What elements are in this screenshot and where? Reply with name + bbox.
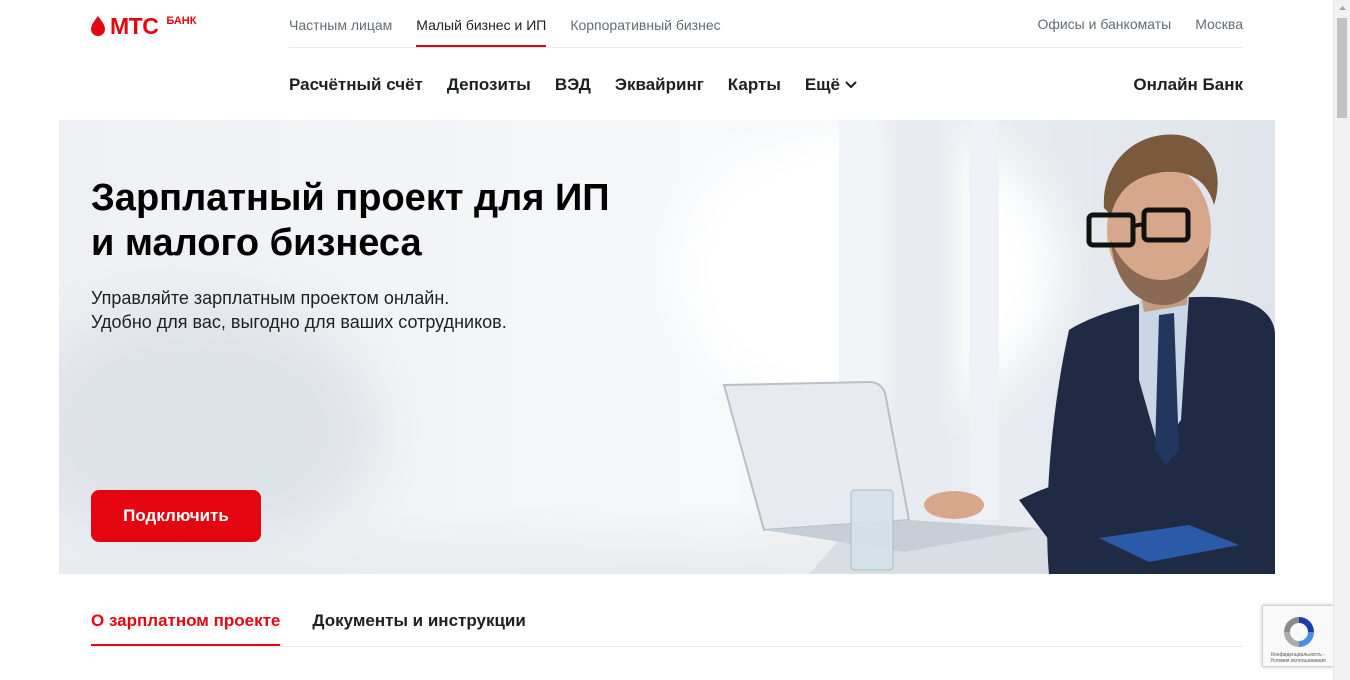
recaptcha-terms[interactable]: Конфиденциальность - Условия использован…	[1265, 652, 1331, 664]
nav-acquiring[interactable]: Эквайринг	[615, 75, 704, 95]
nav-more[interactable]: Ещё	[805, 75, 857, 95]
nav-deposits[interactable]: Депозиты	[447, 75, 531, 95]
top-right-links: Офисы и банкоматы Москва	[1037, 0, 1243, 47]
businessman-laptop-image	[722, 120, 1275, 574]
city-selector[interactable]: Москва	[1195, 0, 1243, 49]
offices-atm-link[interactable]: Офисы и банкоматы	[1037, 0, 1171, 49]
tab-documents[interactable]: Документы и инструкции	[312, 608, 525, 646]
hero-subtitle-line2: Удобно для вас, выгодно для ваших сотруд…	[91, 312, 507, 332]
nav-cards[interactable]: Карты	[728, 75, 781, 95]
segment-small-business[interactable]: Малый бизнес и ИП	[416, 0, 547, 47]
segment-private[interactable]: Частным лицам	[289, 0, 392, 47]
hero-title-line2: и малого бизнеса	[91, 222, 422, 264]
main-nav: Расчётный счёт Депозиты ВЭД Эквайринг Ка…	[289, 72, 857, 98]
tab-about-salary-project[interactable]: О зарплатном проекте	[91, 608, 281, 646]
segment-corporate[interactable]: Корпоративный бизнес	[570, 0, 720, 47]
hero-title: Зарплатный проект для ИП и малого бизнес…	[91, 176, 731, 266]
drop-logo-icon	[91, 16, 105, 36]
scrollbar-thumb[interactable]	[1337, 18, 1347, 118]
tabs-divider	[91, 646, 1243, 647]
recaptcha-badge[interactable]: Конфиденциальность - Условия использован…	[1262, 605, 1334, 667]
nav-ved[interactable]: ВЭД	[555, 75, 591, 95]
hero-subtitle: Управляйте зарплатным проектом онлайн. У…	[91, 286, 731, 334]
hero-subtitle-line1: Управляйте зарплатным проектом онлайн.	[91, 288, 450, 308]
header-divider	[289, 47, 1243, 48]
logo-bank-text: БАНК	[166, 15, 197, 27]
recaptcha-icon	[1284, 617, 1314, 647]
scroll-up-arrow-icon[interactable]	[1334, 0, 1350, 17]
nav-more-label: Ещё	[804, 75, 840, 94]
hero-banner: Зарплатный проект для ИП и малого бизнес…	[59, 120, 1275, 574]
segment-nav: Частным лицам Малый бизнес и ИП Корпорат…	[289, 0, 721, 47]
nav-settlement-account[interactable]: Расчётный счёт	[289, 75, 423, 95]
mts-bank-logo[interactable]: МТС БАНК	[91, 14, 196, 38]
page-scrollbar[interactable]	[1333, 0, 1350, 680]
connect-button[interactable]: Подключить	[91, 490, 261, 542]
chevron-down-icon	[845, 81, 857, 88]
hero-title-line1: Зарплатный проект для ИП	[91, 177, 610, 219]
online-bank-link[interactable]: Онлайн Банк	[1133, 72, 1243, 98]
content-tabs: О зарплатном проекте Документы и инструк…	[91, 608, 526, 646]
logo-mts-text: МТС	[110, 13, 159, 39]
